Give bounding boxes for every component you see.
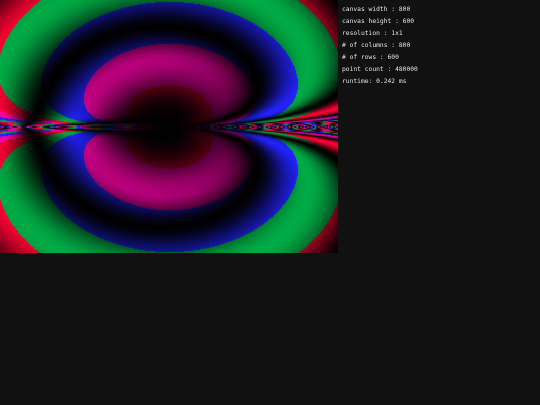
stat-canvas-height: canvas height : 600 — [342, 18, 415, 25]
stat-rows: # of rows : 600 — [342, 54, 399, 61]
stat-columns: # of columns : 800 — [342, 42, 411, 49]
stats-panel: canvas width : 800 canvas height : 600 r… — [342, 4, 538, 88]
app-page: canvas width : 800 canvas height : 600 r… — [0, 0, 540, 405]
stat-point-count: point count : 480000 — [342, 66, 418, 73]
stat-runtime: runtime: 0.242 ms — [342, 78, 407, 85]
fractal-canvas[interactable] — [0, 0, 338, 253]
stat-canvas-width: canvas width : 800 — [342, 6, 411, 13]
stat-resolution: resolution : 1x1 — [342, 30, 403, 37]
